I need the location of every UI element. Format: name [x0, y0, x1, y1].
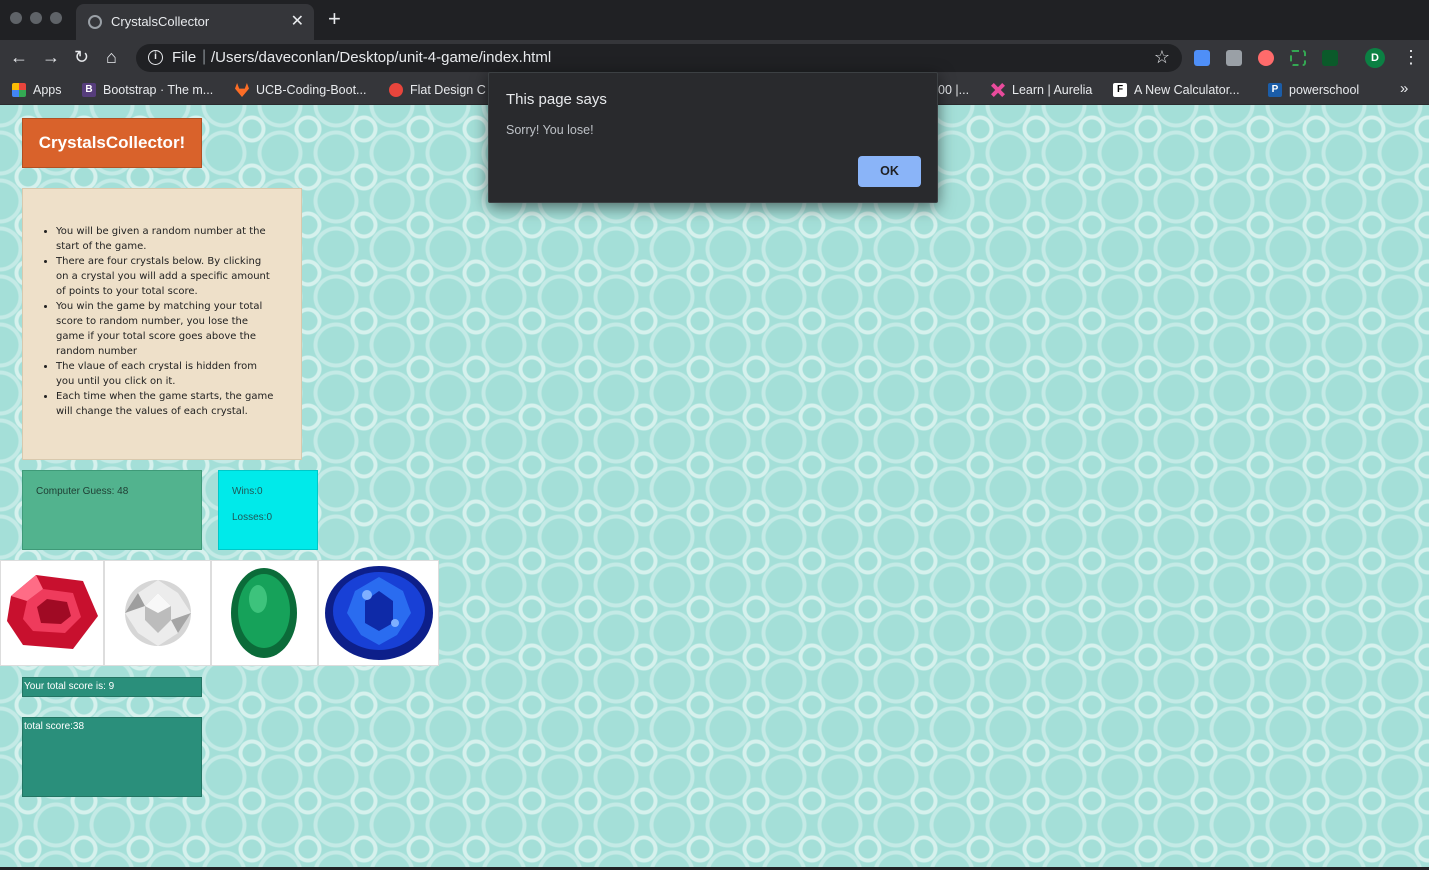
info-icon[interactable]: i: [148, 50, 163, 65]
zoom-extension-icon[interactable]: [1194, 50, 1210, 66]
bookmark-partial[interactable]: 00 |...: [938, 81, 969, 99]
profile-avatar[interactable]: D: [1365, 48, 1385, 68]
extension-icon[interactable]: [1226, 50, 1242, 66]
bookmark-label: Bootstrap · The m...: [103, 83, 214, 97]
freecodecamp-icon: F: [1113, 83, 1127, 97]
bookmark-bootstrap[interactable]: B Bootstrap · The m...: [82, 81, 213, 99]
your-total-score-bar: Your total score is: 9: [22, 677, 202, 697]
powerschool-icon: P: [1268, 83, 1282, 97]
bookmark-apps[interactable]: Apps: [12, 81, 62, 99]
apps-grid-icon: [12, 83, 26, 97]
bookmark-calculator[interactable]: F A New Calculator...: [1113, 81, 1240, 99]
browser-toolbar: ← → ↻ ⌂ i File | /Users/daveconlan/Deskt…: [0, 40, 1429, 75]
bookmark-label: powerschool: [1289, 83, 1360, 97]
window-zoom-dot[interactable]: [50, 12, 62, 24]
back-arrow-icon[interactable]: ←: [10, 46, 28, 68]
alert-dialog: This page says Sorry! You lose! OK: [488, 72, 938, 203]
your-total-score-text: Your total score is: 9: [24, 681, 115, 692]
dialog-message: Sorry! You lose!: [506, 123, 594, 137]
emerald-crystal-icon: [231, 568, 297, 658]
total-score-text: total score:38: [24, 721, 85, 732]
losses-text: Losses:0: [232, 512, 273, 523]
bookmark-flat-design[interactable]: Flat Design C: [389, 81, 486, 99]
bookmark-powerschool[interactable]: P powerschool: [1268, 81, 1359, 99]
wins-text: Wins:0: [232, 486, 263, 497]
diamond-crystal-icon: [125, 580, 191, 646]
active-tab[interactable]: CrystalsCollector ✕: [76, 4, 314, 40]
address-scheme: File: [172, 49, 197, 66]
instruction-item: You will be given a random number at the…: [56, 224, 275, 254]
bookmark-star-icon[interactable]: ☆: [1154, 47, 1170, 68]
crystal-diamond[interactable]: [104, 560, 211, 666]
computer-guess-box: Computer Guess: 48: [22, 470, 202, 550]
page-viewport: CrystalsCollector! You will be given a r…: [0, 105, 1429, 867]
address-bar[interactable]: i File | /Users/daveconlan/Desktop/unit-…: [136, 44, 1182, 72]
sapphire-crystal-icon: [325, 566, 433, 660]
ruby-crystal-icon: [7, 575, 98, 649]
crystal-emerald[interactable]: [211, 560, 318, 666]
turtle-extension-icon[interactable]: [1322, 50, 1338, 66]
close-icon[interactable]: ✕: [291, 11, 304, 31]
bookmark-label: Learn | Aurelia: [1012, 83, 1093, 97]
bookmark-ucb-coding[interactable]: UCB-Coding-Boot...: [235, 81, 366, 99]
address-separator: |: [202, 48, 207, 65]
instruction-item: You win the game by matching your total …: [56, 299, 275, 359]
win-loss-box: Wins:0 Losses:0: [218, 470, 318, 550]
window-close-dot[interactable]: [10, 12, 22, 24]
instructions-list: You will be given a random number at the…: [56, 224, 275, 419]
window-minimize-dot[interactable]: [30, 12, 42, 24]
flat-design-icon: [389, 83, 403, 97]
capture-extension-icon[interactable]: [1290, 50, 1306, 66]
instruction-item: Each time when the game starts, the game…: [56, 389, 275, 419]
bootstrap-icon: B: [82, 83, 96, 97]
computer-guess-text: Computer Guess: 48: [36, 486, 129, 497]
bookmark-aurelia[interactable]: Learn | Aurelia: [991, 81, 1092, 99]
instruction-item: The vlaue of each crystal is hidden from…: [56, 359, 275, 389]
new-tab-button[interactable]: +: [328, 8, 341, 30]
kebab-menu-icon[interactable]: ⋮: [1402, 46, 1420, 68]
dialog-title: This page says: [506, 91, 607, 108]
instructions-panel: You will be given a random number at the…: [22, 188, 302, 460]
instruction-item: There are four crystals below. By clicki…: [56, 254, 275, 299]
tab-title: CrystalsCollector: [111, 14, 210, 29]
forward-arrow-icon[interactable]: →: [42, 46, 60, 68]
crystal-sapphire[interactable]: [318, 560, 439, 666]
bookmark-label: 00 |...: [938, 83, 970, 97]
aurelia-icon: [991, 83, 1005, 97]
bookmarks-overflow-button[interactable]: »: [1400, 80, 1408, 97]
bookmark-label: A New Calculator...: [1134, 83, 1240, 97]
ok-button[interactable]: OK: [858, 156, 921, 187]
globe-icon: [88, 15, 102, 29]
address-url[interactable]: /Users/daveconlan/Desktop/unit-4-game/in…: [211, 49, 551, 66]
home-icon[interactable]: ⌂: [106, 46, 117, 68]
total-score-box: total score:38: [22, 717, 202, 797]
bookmark-label: Flat Design C: [410, 83, 486, 97]
bookmark-label: UCB-Coding-Boot...: [256, 83, 367, 97]
gitlab-icon: [235, 83, 249, 97]
screencast-extension-icon[interactable]: [1258, 50, 1274, 66]
crystal-ruby[interactable]: [0, 560, 104, 666]
bookmark-label: Apps: [33, 83, 62, 97]
reload-icon[interactable]: ↻: [74, 46, 89, 68]
tab-strip: CrystalsCollector ✕ +: [0, 0, 1429, 40]
game-title-button[interactable]: CrystalsCollector!: [22, 118, 202, 168]
